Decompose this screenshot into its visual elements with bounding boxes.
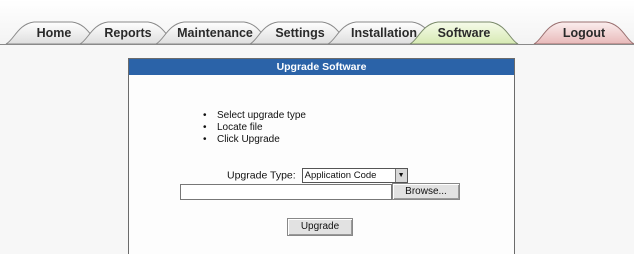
tab-maintenance[interactable]: Maintenance [172,24,258,42]
instruction-item: • Select upgrade type [203,110,306,122]
dropdown-arrow-icon[interactable]: ▼ [394,169,407,182]
tab-software[interactable]: Software [426,24,502,42]
tab-home[interactable]: Home [22,24,86,42]
upgrade-software-panel: Upgrade Software • Select upgrade type • L… [128,58,515,254]
bullet-icon: • [203,122,207,133]
instruction-list: • Select upgrade type • Locate file • Click… [203,110,306,146]
logout-button[interactable]: Logout [552,24,616,42]
browse-button[interactable]: Browse... [392,183,460,200]
panel-title: Upgrade Software [129,58,514,75]
upgrade-button[interactable]: Upgrade [287,218,353,236]
upgrade-type-row: Upgrade Type: Application Code ▼ [227,168,408,183]
instruction-text: Click Upgrade [217,134,280,145]
tab-installation[interactable]: Installation [344,24,424,42]
tab-settings[interactable]: Settings [266,24,334,42]
tab-reports[interactable]: Reports [96,24,160,42]
instruction-text: Select upgrade type [217,110,306,121]
upgrade-type-select[interactable]: Application Code ▼ [301,168,408,183]
bullet-icon: • [203,110,207,121]
upgrade-type-value: Application Code [304,170,377,181]
upgrade-type-label: Upgrade Type: [227,169,296,182]
file-path-input[interactable] [180,184,392,200]
nav-tabs: Home Reports Maintenance Settings Instal… [0,0,634,46]
bullet-icon: • [203,134,207,145]
instruction-text: Locate file [217,122,263,133]
instruction-item: • Click Upgrade [203,134,306,146]
instruction-item: • Locate file [203,122,306,134]
